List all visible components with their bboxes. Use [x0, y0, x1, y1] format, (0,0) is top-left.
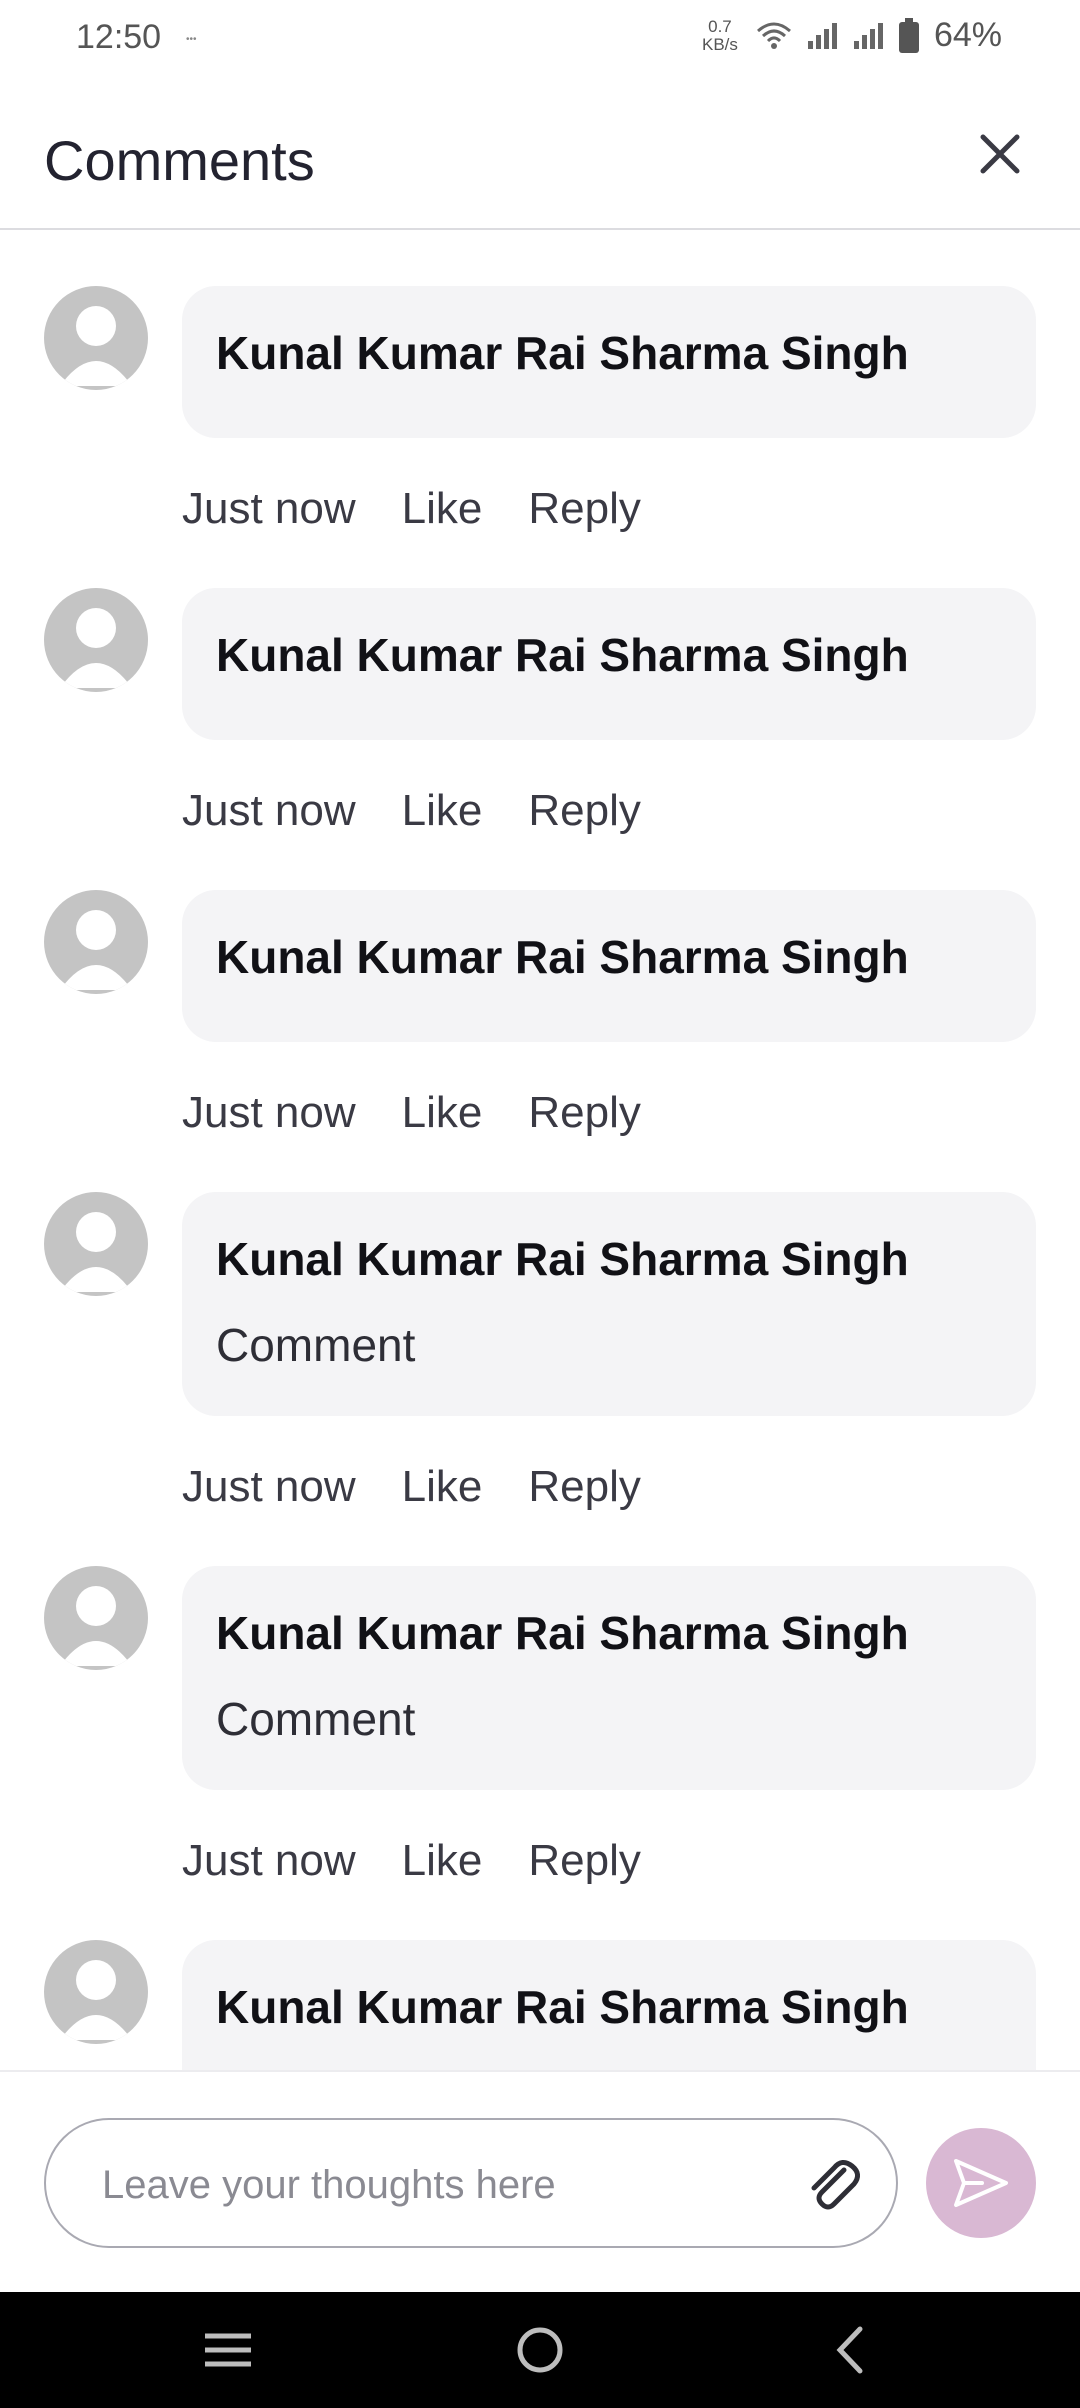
reply-button[interactable]: Reply	[528, 1462, 641, 1512]
close-button[interactable]	[960, 114, 1040, 194]
comment-author[interactable]: Kunal Kumar Rai Sharma Singh	[216, 322, 1002, 384]
signal-icon	[807, 22, 837, 49]
back-button[interactable]	[800, 2312, 900, 2388]
user-silhouette-icon	[60, 1960, 132, 2040]
recents-button[interactable]	[178, 2312, 278, 2388]
comment-text: Comment	[216, 1693, 416, 1745]
comment-bubble[interactable]: Kunal Kumar Rai Sharma Singh	[182, 286, 1036, 438]
comment-text: Comment	[216, 1319, 416, 1371]
comment-bubble[interactable]: Kunal Kumar Rai Sharma Singh Comment	[182, 1192, 1036, 1416]
user-silhouette-icon	[60, 1212, 132, 1292]
comments-list[interactable]: Kunal Kumar Rai Sharma Singh Just now Li…	[0, 232, 1080, 2070]
send-button[interactable]	[926, 2128, 1036, 2238]
comment-time: Just now	[182, 1088, 356, 1137]
avatar[interactable]	[44, 1192, 148, 1296]
comment-input[interactable]	[102, 2150, 782, 2220]
comment-time: Just now	[182, 1836, 356, 1885]
battery-icon	[898, 17, 919, 53]
comment-bubble[interactable]: Kunal Kumar Rai Sharma Singh	[182, 1940, 1036, 2070]
menu-icon	[205, 2333, 251, 2367]
like-button[interactable]: Like	[402, 1462, 483, 1512]
close-icon	[980, 134, 1020, 174]
comment-time: Just now	[182, 484, 356, 533]
comment-actions: Just now Like Reply	[182, 786, 641, 836]
signal-icon-2	[853, 22, 883, 49]
avatar[interactable]	[44, 890, 148, 994]
avatar[interactable]	[44, 588, 148, 692]
like-button[interactable]: Like	[402, 1836, 483, 1886]
network-speed: 0.7 KB/s	[701, 16, 738, 54]
comment-author[interactable]: Kunal Kumar Rai Sharma Singh	[216, 624, 1002, 686]
home-circle-icon	[517, 2327, 563, 2373]
comment-bubble[interactable]: Kunal Kumar Rai Sharma Singh	[182, 890, 1036, 1042]
comments-header: Comments	[0, 80, 1080, 230]
comment-bubble[interactable]: Kunal Kumar Rai Sharma Singh Comment	[182, 1566, 1036, 1790]
user-silhouette-icon	[60, 910, 132, 990]
comment-actions: Just now Like Reply	[182, 484, 641, 534]
like-button[interactable]: Like	[402, 484, 483, 534]
comment-author[interactable]: Kunal Kumar Rai Sharma Singh	[216, 1976, 1002, 2038]
reply-button[interactable]: Reply	[528, 484, 641, 534]
status-icons: 0.7 KB/s 64%	[698, 16, 1002, 55]
user-silhouette-icon	[60, 1586, 132, 1666]
like-button[interactable]: Like	[402, 1088, 483, 1138]
reply-button[interactable]: Reply	[528, 1088, 641, 1138]
comment-composer	[0, 2070, 1080, 2292]
comment-actions: Just now Like Reply	[182, 1462, 641, 1512]
battery-percent: 64%	[933, 16, 1002, 54]
avatar[interactable]	[44, 286, 148, 390]
notification-dot-icon: •••	[186, 34, 197, 45]
system-nav-bar	[0, 2292, 1080, 2408]
paperclip-icon	[811, 2160, 860, 2210]
user-silhouette-icon	[60, 306, 132, 386]
reply-button[interactable]: Reply	[528, 786, 641, 836]
user-silhouette-icon	[60, 608, 132, 688]
status-time: 12:50	[76, 18, 162, 56]
avatar[interactable]	[44, 1566, 148, 1670]
page-title: Comments	[44, 129, 315, 192]
reply-button[interactable]: Reply	[528, 1836, 641, 1886]
comment-actions: Just now Like Reply	[182, 1836, 641, 1886]
back-chevron-icon	[836, 2326, 863, 2374]
comment-time: Just now	[182, 1462, 356, 1511]
send-icon	[954, 2159, 1008, 2207]
comment-input-container	[44, 2118, 898, 2248]
attach-button[interactable]	[800, 2152, 866, 2218]
avatar[interactable]	[44, 1940, 148, 2044]
like-button[interactable]: Like	[402, 786, 483, 836]
home-button[interactable]	[490, 2312, 590, 2388]
status-bar: 12:50 ••• 0.7 KB/s 64%	[0, 0, 1080, 80]
comment-bubble[interactable]: Kunal Kumar Rai Sharma Singh	[182, 588, 1036, 740]
comment-time: Just now	[182, 786, 356, 835]
comment-author[interactable]: Kunal Kumar Rai Sharma Singh	[216, 926, 1002, 988]
comment-author[interactable]: Kunal Kumar Rai Sharma Singh	[216, 1602, 1002, 1664]
wifi-icon	[756, 22, 791, 49]
comment-actions: Just now Like Reply	[182, 1088, 641, 1138]
comment-author[interactable]: Kunal Kumar Rai Sharma Singh	[216, 1228, 1002, 1290]
